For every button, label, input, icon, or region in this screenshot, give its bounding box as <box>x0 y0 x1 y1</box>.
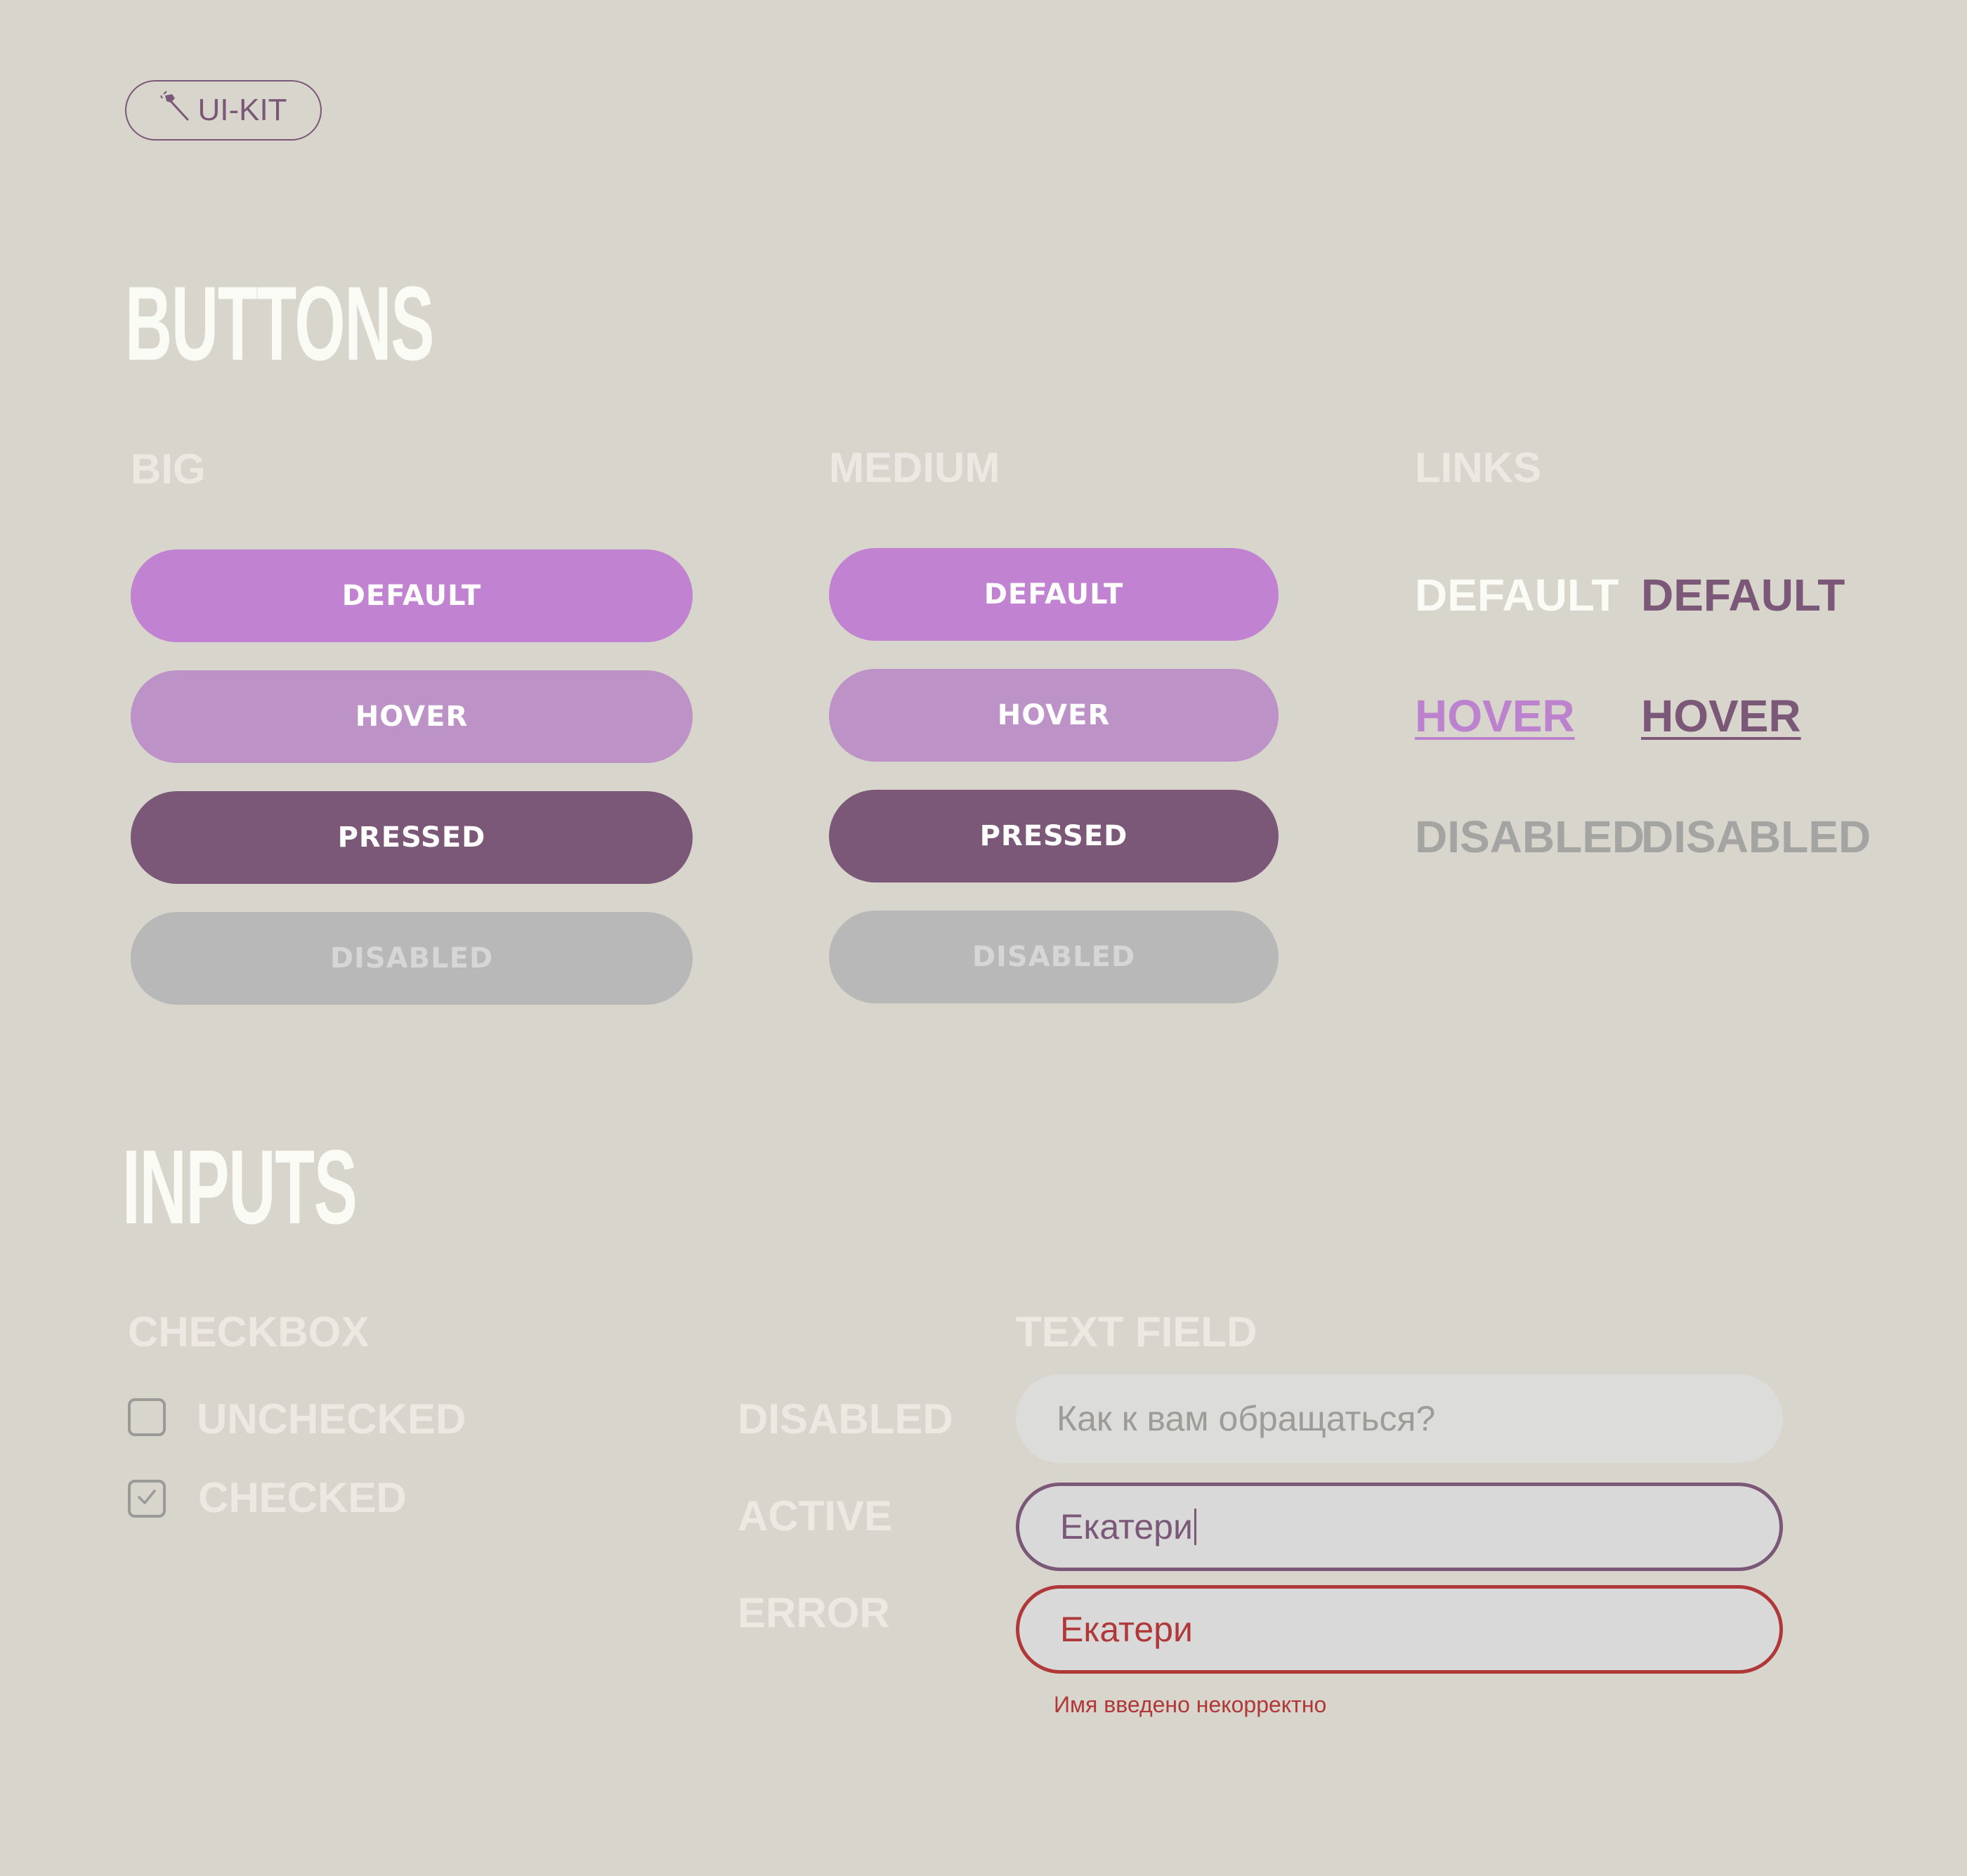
big-default-button[interactable]: DEFAULT <box>131 549 693 642</box>
big-disabled-button: DISABLED <box>131 912 693 1005</box>
ui-kit-badge: UI-KIT <box>125 80 322 141</box>
links-heading: LINKS <box>1415 444 1541 491</box>
link-dark-default[interactable]: DEFAULT <box>1641 573 1845 618</box>
medium-buttons-heading: MEDIUM <box>829 444 1000 491</box>
big-buttons-heading: BIG <box>131 445 206 493</box>
active-text-field[interactable]: Екатери <box>1016 1483 1783 1571</box>
disabled-field-placeholder: Как к вам обращаться? <box>1057 1399 1436 1438</box>
error-message: Имя введено некорректно <box>1054 1692 1327 1717</box>
big-pressed-button[interactable]: PRESSED <box>131 791 693 884</box>
text-field-heading: TEXT FIELD <box>1016 1308 1257 1355</box>
error-text-field[interactable]: Екатери <box>1016 1585 1783 1674</box>
checked-label: CHECKED <box>198 1474 407 1521</box>
medium-hover-button[interactable]: HOVER <box>829 669 1279 762</box>
ui-kit-label: UI-KIT <box>197 93 287 127</box>
link-light-hover[interactable]: HOVER <box>1415 693 1575 738</box>
medium-pressed-button[interactable]: PRESSED <box>829 790 1279 882</box>
unchecked-label: UNCHECKED <box>197 1395 466 1442</box>
active-field-value: Екатери <box>1060 1507 1193 1546</box>
link-dark-disabled: DISABLED <box>1641 812 1871 862</box>
link-dark-hover[interactable]: HOVER <box>1641 693 1801 738</box>
link-light-default[interactable]: DEFAULT <box>1415 573 1619 618</box>
text-caret <box>1194 1509 1196 1545</box>
link-light-disabled: DISABLED <box>1415 812 1645 862</box>
medium-default-button[interactable]: DEFAULT <box>829 548 1279 641</box>
checkbox-heading: CHECKBOX <box>128 1308 370 1355</box>
buttons-section-title: BUTTONS <box>125 264 434 382</box>
disabled-text-field: Как к вам обращаться? <box>1016 1374 1783 1463</box>
brush-icon <box>159 90 193 131</box>
checked-checkbox[interactable] <box>128 1480 166 1518</box>
big-hover-button[interactable]: HOVER <box>131 670 693 763</box>
active-state-label: ACTIVE <box>738 1492 893 1539</box>
disabled-state-label: DISABLED <box>738 1395 953 1442</box>
medium-disabled-button: DISABLED <box>829 911 1279 1003</box>
error-state-label: ERROR <box>738 1589 890 1636</box>
inputs-section-title: INPUTS <box>122 1128 358 1246</box>
checkmark-icon <box>134 1485 159 1513</box>
error-field-value: Екатери <box>1060 1610 1193 1649</box>
unchecked-checkbox[interactable] <box>128 1398 166 1436</box>
